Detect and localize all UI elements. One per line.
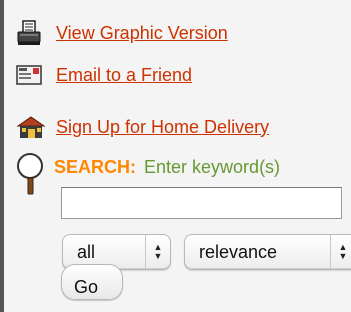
search-input[interactable]: [61, 187, 342, 219]
search-header: SEARCH: Enter keyword(s): [14, 150, 281, 195]
magnifier-icon: [14, 152, 48, 196]
stepper-arrows-icon: ▲ ▼: [145, 235, 170, 269]
search-hint: Enter keyword(s): [144, 156, 281, 177]
search-scope-value: all: [77, 241, 96, 262]
email-friend-link[interactable]: Email to a Friend: [56, 65, 192, 86]
graphic-version-row: View Graphic Version: [16, 20, 228, 46]
envelope-icon: [16, 62, 46, 88]
view-graphic-version-link[interactable]: View Graphic Version: [56, 23, 228, 44]
search-go-button[interactable]: Go: [61, 264, 123, 300]
email-friend-row: Email to a Friend: [16, 62, 192, 88]
printer-icon: [16, 20, 46, 46]
tools-panel: View Graphic Version Email to a Friend S: [0, 0, 351, 312]
search-sort-value: relevance: [199, 241, 278, 262]
home-delivery-row: Sign Up for Home Delivery: [16, 114, 269, 140]
search-sort-select[interactable]: relevance ▲ ▼: [184, 234, 351, 270]
house-icon: [16, 114, 46, 140]
search-label: SEARCH:: [54, 156, 137, 177]
home-delivery-link[interactable]: Sign Up for Home Delivery: [56, 117, 269, 138]
stepper-arrows-icon: ▲ ▼: [330, 235, 351, 269]
